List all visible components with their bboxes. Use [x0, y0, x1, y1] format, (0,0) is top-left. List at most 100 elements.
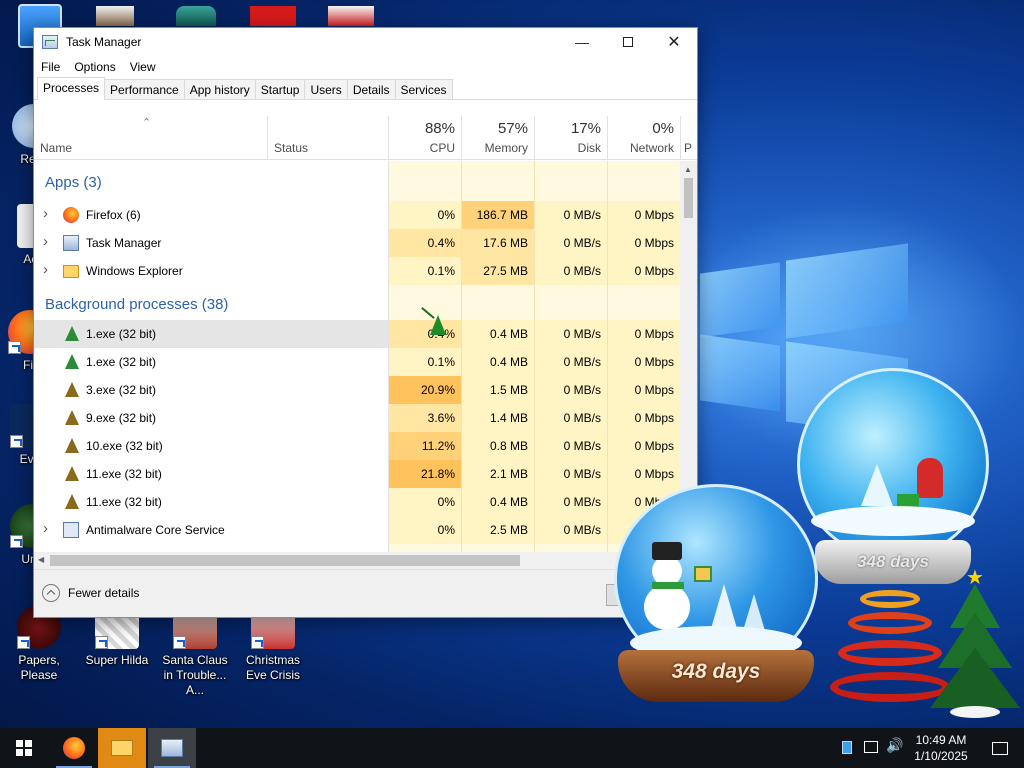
taskbar-task-manager[interactable] [148, 728, 196, 768]
expand-chevron-icon[interactable]: › [43, 261, 48, 278]
scroll-up-arrow-icon[interactable]: ▲ [684, 165, 692, 174]
process-row[interactable]: 1.exe (32 bit) 0.1% 0.4 MB 0 MB/s 0 Mbps [34, 348, 680, 376]
desktop-icon-santa-claus[interactable]: Santa Claus in Trouble... A... [157, 605, 233, 698]
process-name: 1.exe (32 bit) [86, 355, 157, 369]
minimize-icon: — [575, 34, 589, 50]
process-row[interactable]: 1.exe (32 bit) 0.4% 0.4 MB 0 MB/s 0 Mbps [34, 320, 680, 348]
taskbar-file-explorer[interactable] [98, 728, 146, 768]
tree-icon [65, 438, 79, 453]
process-name: 11.exe (32 bit) [86, 495, 162, 509]
tray-app-icon[interactable] [842, 741, 852, 754]
tab-app-history[interactable]: App history [183, 79, 256, 99]
start-button[interactable] [0, 728, 48, 768]
clock[interactable]: 10:49 AM 1/10/2025 [906, 732, 976, 764]
volume-icon[interactable]: 🔊 [886, 737, 903, 754]
desktop-icon-top-2[interactable] [96, 6, 134, 26]
horizontal-scrollbar[interactable]: ◀ [34, 552, 680, 569]
process-row[interactable]: › Firefox (6) 0% 186.7 MB 0 MB/s 0 Mbps [34, 201, 680, 229]
task-manager-icon [161, 739, 183, 757]
tree-layer-3 [930, 648, 1020, 708]
menu-view[interactable]: View [130, 60, 156, 74]
network-value: 0 Mbps [608, 201, 680, 229]
memory-value: 1.5 MB [462, 376, 535, 404]
disk-value: 0 MB/s [535, 257, 608, 285]
process-row[interactable]: 10.exe (32 bit) 11.2% 0.8 MB 0 MB/s 0 Mbps [34, 432, 680, 460]
tab-services[interactable]: Services [394, 79, 453, 99]
folder-icon [63, 265, 79, 278]
process-list[interactable]: Apps (3) Background processes (38) › Fire… [34, 161, 680, 552]
memory-value: 2.1 MB [462, 460, 535, 488]
snowman-body [644, 584, 690, 630]
cpu-value: 0.4% [389, 320, 462, 348]
scroll-left-arrow-icon[interactable]: ◀ [38, 555, 44, 564]
tab-users[interactable]: Users [304, 79, 348, 99]
process-name: 9.exe (32 bit) [86, 411, 157, 425]
globe-back-santa [917, 458, 943, 498]
globe-front-days-label: 348 days [671, 660, 761, 683]
vertical-scroll-thumb[interactable] [684, 178, 693, 218]
tree-icon [65, 494, 79, 509]
column-disk[interactable]: 17% Disk [535, 116, 608, 160]
gift-icon [694, 566, 712, 582]
network-value: 0 Mbps [608, 432, 680, 460]
column-power[interactable]: P [681, 116, 697, 160]
globe-back-snow [811, 506, 975, 536]
disk-value: 0 MB/s [535, 488, 608, 516]
maximize-button[interactable] [605, 28, 651, 56]
minimize-button[interactable]: — [559, 28, 605, 56]
process-row[interactable]: › Windows Explorer 0.1% 27.5 MB 0 MB/s 0 Mbps [34, 257, 680, 285]
column-memory[interactable]: 57% Memory [462, 116, 535, 160]
memory-value: 0.4 MB [462, 348, 535, 376]
process-name: 11.exe (32 bit) [86, 467, 162, 481]
title-bar[interactable]: Task Manager — ✕ [34, 28, 697, 56]
process-row[interactable]: › Task Manager 0.4% 17.6 MB 0 MB/s 0 Mbps [34, 229, 680, 257]
fewer-details-button[interactable]: Fewer details [42, 584, 139, 602]
column-name[interactable]: ⌃ Name [34, 116, 268, 160]
footer-bar: Fewer details [34, 569, 697, 617]
tree-icon [65, 410, 79, 425]
process-name: Task Manager [86, 236, 162, 250]
task-manager-window[interactable]: Task Manager — ✕ File Options View Proce… [33, 27, 698, 618]
process-row[interactable]: 11.exe (32 bit) 21.8% 2.1 MB 0 MB/s 0 Mbps [34, 460, 680, 488]
column-network[interactable]: 0% Network [608, 116, 681, 160]
cpu-value: 0.4% [389, 229, 462, 257]
cpu-value: 0.1% [389, 257, 462, 285]
column-status[interactable]: Status [268, 116, 389, 160]
expand-chevron-icon[interactable]: › [43, 520, 48, 537]
desktop-icon-top-4[interactable] [250, 6, 296, 26]
process-name: Firefox (6) [86, 208, 141, 222]
group-background-processes: Background processes (38) [45, 296, 229, 313]
process-row[interactable]: 11.exe (32 bit)0%0.4 MB0 MB/s0 Mbps [34, 488, 680, 516]
process-row[interactable]: 9.exe (32 bit) 3.6% 1.4 MB 0 MB/s 0 Mbps [34, 404, 680, 432]
maximize-icon [623, 37, 633, 47]
taskbar-firefox[interactable] [50, 728, 98, 768]
horizontal-scroll-thumb[interactable] [50, 555, 520, 566]
shortcut-arrow-icon [8, 341, 21, 354]
tab-processes[interactable]: Processes [37, 77, 106, 100]
disk-value: 0 MB/s [535, 432, 608, 460]
process-row[interactable]: 3.exe (32 bit) 20.9% 1.5 MB 0 MB/s 0 Mbps [34, 376, 680, 404]
clock-date: 1/10/2025 [914, 749, 968, 763]
expand-chevron-icon[interactable]: › [43, 233, 48, 250]
process-row[interactable]: ›Antimalware Core Service0%2.5 MB0 MB/s0… [34, 516, 680, 544]
cpu-value: 0% [389, 516, 462, 544]
tab-performance[interactable]: Performance [104, 79, 185, 99]
network-icon[interactable] [864, 741, 878, 753]
desktop-icon-top-5[interactable] [328, 6, 374, 26]
tab-details[interactable]: Details [346, 79, 396, 99]
column-cpu[interactable]: 88% CPU [389, 116, 462, 160]
process-name: Windows Explorer [86, 264, 183, 278]
firefox-icon [63, 737, 85, 759]
notification-button[interactable] [976, 728, 1024, 768]
close-button[interactable]: ✕ [651, 28, 697, 56]
memory-value: 0.4 MB [462, 488, 535, 516]
disk-value: 0 MB/s [535, 229, 608, 257]
menu-file[interactable]: File [41, 60, 60, 74]
process-name: 10.exe (32 bit) [86, 439, 163, 453]
desktop-icon-top-3[interactable] [176, 6, 216, 26]
menu-options[interactable]: Options [74, 60, 115, 74]
tab-startup[interactable]: Startup [254, 79, 306, 99]
expand-chevron-icon[interactable]: › [43, 205, 48, 222]
column-header: ⌃ Name Status 88% CPU 57% Memory 17% Dis… [34, 116, 697, 160]
disk-value: 0 MB/s [535, 320, 608, 348]
